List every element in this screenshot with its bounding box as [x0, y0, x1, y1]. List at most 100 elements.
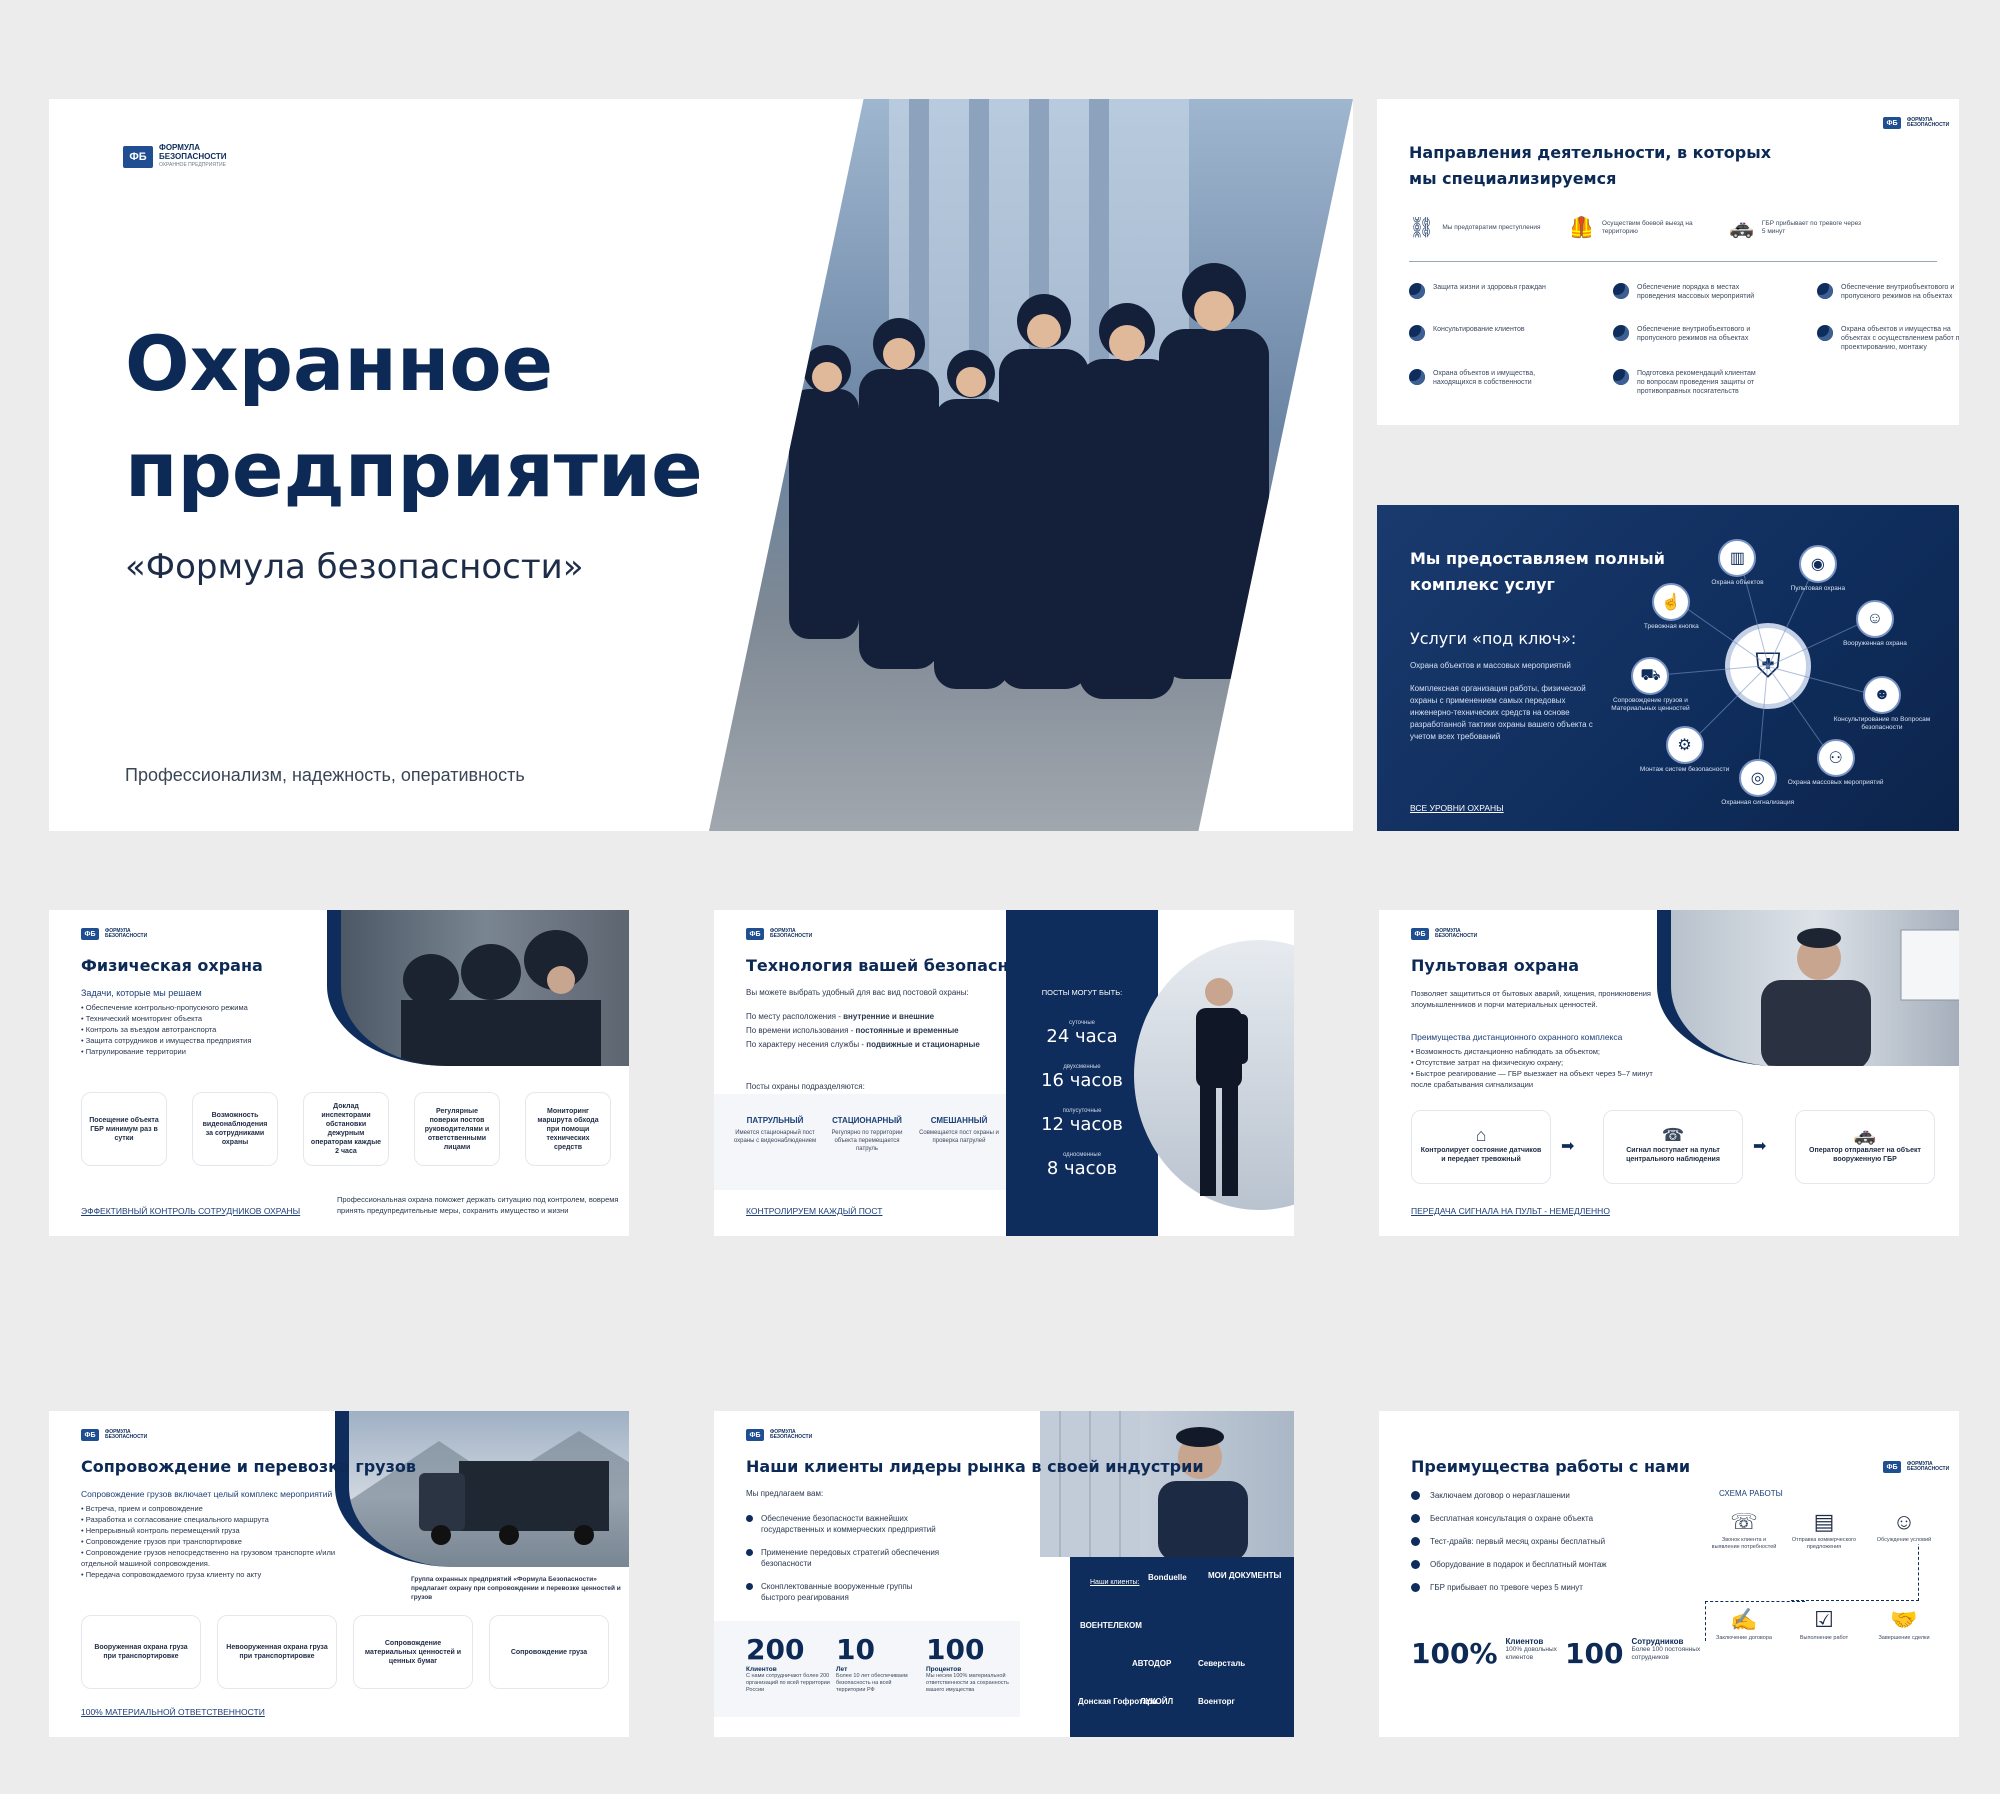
post-item: Патрульный Имеется стационарный пост охра… [732, 1100, 818, 1145]
direction-item: Охрана объектов и имущества, находящихся… [1409, 369, 1559, 387]
guards-illustration [789, 99, 1269, 699]
title-line-2: мы специализируемся [1409, 169, 1617, 188]
advantage-bullet-icon [1411, 1583, 1420, 1592]
slide-cargo: ФБ Формула безопасности Сопровождение и п… [49, 1411, 629, 1737]
stat-desc: Мы несем 100% материальной ответственнос… [926, 1673, 1009, 1693]
direction-item: Обеспечение внутриобъектового и пропускн… [1613, 325, 1763, 343]
direction-bullet-icon [1613, 369, 1629, 385]
service-node-icon[interactable]: ⚙ [1665, 726, 1704, 765]
service-node-icon[interactable]: ◎ [1738, 758, 1777, 797]
stat-label: Лет [836, 1666, 848, 1673]
advantages-title: Преимущества дистанционного охранного ко… [1411, 1032, 1623, 1042]
stat-value: 10 [836, 1633, 875, 1666]
post-name: Смешанный [930, 1116, 988, 1125]
advantage-text: Заключаем договор о неразглашении [1430, 1491, 1570, 1500]
post-type-label: По времени использования - [746, 1026, 856, 1035]
logo-mark: ФБ [123, 145, 153, 168]
scheme-step-text: Выполнение работ [1799, 1635, 1849, 1641]
direction-bullet-icon [1613, 325, 1629, 341]
guards-photo [709, 99, 1353, 831]
feature-card: Регулярные поверки постов руководителями… [414, 1092, 500, 1166]
operator-illustration [1761, 928, 1959, 1066]
service-node-icon[interactable]: ☻ [1862, 676, 1901, 714]
direction-bullet-icon [1613, 283, 1629, 299]
service-node-icon[interactable]: ⚇ [1816, 738, 1855, 777]
post-type-row: По времени использования - постоянные и … [746, 1024, 980, 1038]
service-node-icon[interactable]: ◉ [1798, 545, 1837, 584]
slide-remote-guard: ФБ Формула безопасности Пультовая охрана … [1379, 910, 1959, 1236]
slide-clients: ФБ Формула безопасности Наши клиенты: Bon… [714, 1411, 1294, 1737]
service-node-icon[interactable]: ▥ [1718, 538, 1757, 577]
stat-desc: Более 10 лет обеспечиваем безопасность н… [836, 1673, 908, 1693]
feature-card: Посещение объекта ГБР минимум раз в сутк… [81, 1092, 167, 1166]
direction-bullet-icon [1409, 369, 1425, 385]
scheme-step-text: Звонок клиента и выявление потребностей [1711, 1537, 1777, 1550]
offer-text: Применение передовых стратегий обеспечен… [761, 1548, 940, 1568]
service-node-label: Охрана массовых мероприятий [1787, 778, 1884, 786]
task-item: Патрулирование территории [81, 1046, 251, 1057]
scheme-title: Схема работы [1719, 1489, 1783, 1498]
responsibility-link[interactable]: 100% материальной ответственности [81, 1707, 265, 1717]
service-node-label: Вооруженная охрана [1843, 639, 1907, 647]
slide-title: Наши клиенты лидеры рынка в своей индуст… [746, 1457, 1204, 1476]
offer-bullet-icon [746, 1549, 753, 1556]
advantage-bullet-icon [1411, 1560, 1420, 1569]
logo-line2: безопасности [105, 1434, 148, 1440]
title-line-2: комплекс услуг [1410, 575, 1555, 594]
cargo-subtitle: Сопровождение грузов включает целый комп… [81, 1489, 333, 1499]
cargo-card: Невооруженная охрана груза при транспорт… [217, 1615, 337, 1689]
service-node-icon[interactable]: ☺ [1855, 599, 1894, 638]
hours-value: 8 часов [1046, 1158, 1118, 1179]
top-feature: ⛓ Мы предотвратим преступления [1409, 215, 1559, 240]
direction-bullet-icon [1409, 283, 1425, 299]
signal-step-icon: ☎ [1661, 1124, 1685, 1145]
signal-step-card: ⌂ Контролирует состояние датчиков и перед… [1411, 1110, 1551, 1184]
clients-title: Наши клиенты: [1090, 1579, 1140, 1586]
cargo-item: Передача сопровождаемого груза клиенту п… [81, 1569, 351, 1580]
all-levels-link[interactable]: Все уровни охраны [1410, 803, 1504, 813]
scheme-step-text: Обсуждение условий [1876, 1537, 1932, 1543]
service-node-label: Тревожная кнопка [1643, 622, 1699, 630]
scheme-step-text: Завершение сделки [1878, 1635, 1930, 1641]
slide-physical-guard: ФБ Формула безопасности Физическая охрана… [49, 910, 629, 1236]
tagline: Профессионализм, надежность, оперативнос… [125, 765, 525, 785]
task-item: Технический мониторинг объекта [81, 1013, 251, 1024]
direction-bullet-icon [1409, 325, 1425, 341]
advantage-text: Оборудование в подарок и бесплатный монт… [1430, 1560, 1607, 1569]
officer-illustration [1040, 1411, 1248, 1561]
service-node-icon[interactable]: ☝ [1652, 582, 1691, 621]
each-post-link[interactable]: Контролируем каждый пост [746, 1206, 882, 1216]
advantage-item: Бесплатная консультация о охране объекта [1411, 1514, 1593, 1523]
slide-title: ФБ Формула безопасности охранное предпри… [49, 99, 1353, 831]
slide-title: Преимущества работы с нами [1411, 1457, 1691, 1476]
logo-line2: безопасности [1435, 933, 1478, 939]
logo: ФБ Формула безопасности [746, 928, 812, 940]
direction-text: Охрана объектов и имущества, находящихся… [1433, 370, 1536, 386]
control-link[interactable]: Эффективный контроль сотрудников охраны [81, 1206, 300, 1216]
signal-link[interactable]: Передача сигнала на пульт - немедленно [1411, 1206, 1610, 1216]
title-line-1: Направления деятельности, в которых [1409, 143, 1772, 162]
top-feature-text: ГБР прибывает по тревоге через 5 минут [1761, 219, 1862, 235]
advantage-text: ГБР прибывает по тревоге через 5 минут [1430, 1583, 1583, 1592]
stat-clients-label: Клиентов [1505, 1637, 1544, 1646]
stat-desc: С нами сотрудничают более 200 организаци… [746, 1673, 830, 1693]
subtitle: «Формула безопасности» [125, 547, 584, 587]
logo-mark: ФБ [1411, 928, 1429, 940]
post-desc: Совмещается пост охраны и проверка патру… [919, 1130, 999, 1144]
guard-figure [1196, 978, 1248, 1196]
scheme-step-text: Заключение договора [1716, 1635, 1772, 1641]
logo-line2: безопасности [105, 933, 148, 939]
cargo-item: Непрерывный контроль перемещений груза [81, 1525, 351, 1536]
stat-label: Клиентов [746, 1666, 777, 1673]
stat-clients: 100% Клиентов 100% довольных клиентов [1411, 1637, 1566, 1670]
direction-text: Подготовка рекомендаций клиентам по вопр… [1637, 370, 1756, 395]
vest-icon: 🦺 [1569, 217, 1594, 239]
service-node-icon[interactable]: ⛟ [1631, 656, 1670, 695]
logo: ФБ Формула безопасности [81, 928, 147, 940]
task-item: Контроль за въездом автотранспорта [81, 1024, 251, 1035]
cargo-card: Сопровождение материальных ценностей и ц… [353, 1615, 473, 1689]
direction-item: Защита жизни и здоровья граждан [1409, 283, 1559, 299]
service-node-label: Охранная сигнализация [1721, 798, 1795, 806]
logo: ФБ Формула безопасности [1883, 1461, 1949, 1473]
logo-line2: безопасности [159, 152, 227, 161]
